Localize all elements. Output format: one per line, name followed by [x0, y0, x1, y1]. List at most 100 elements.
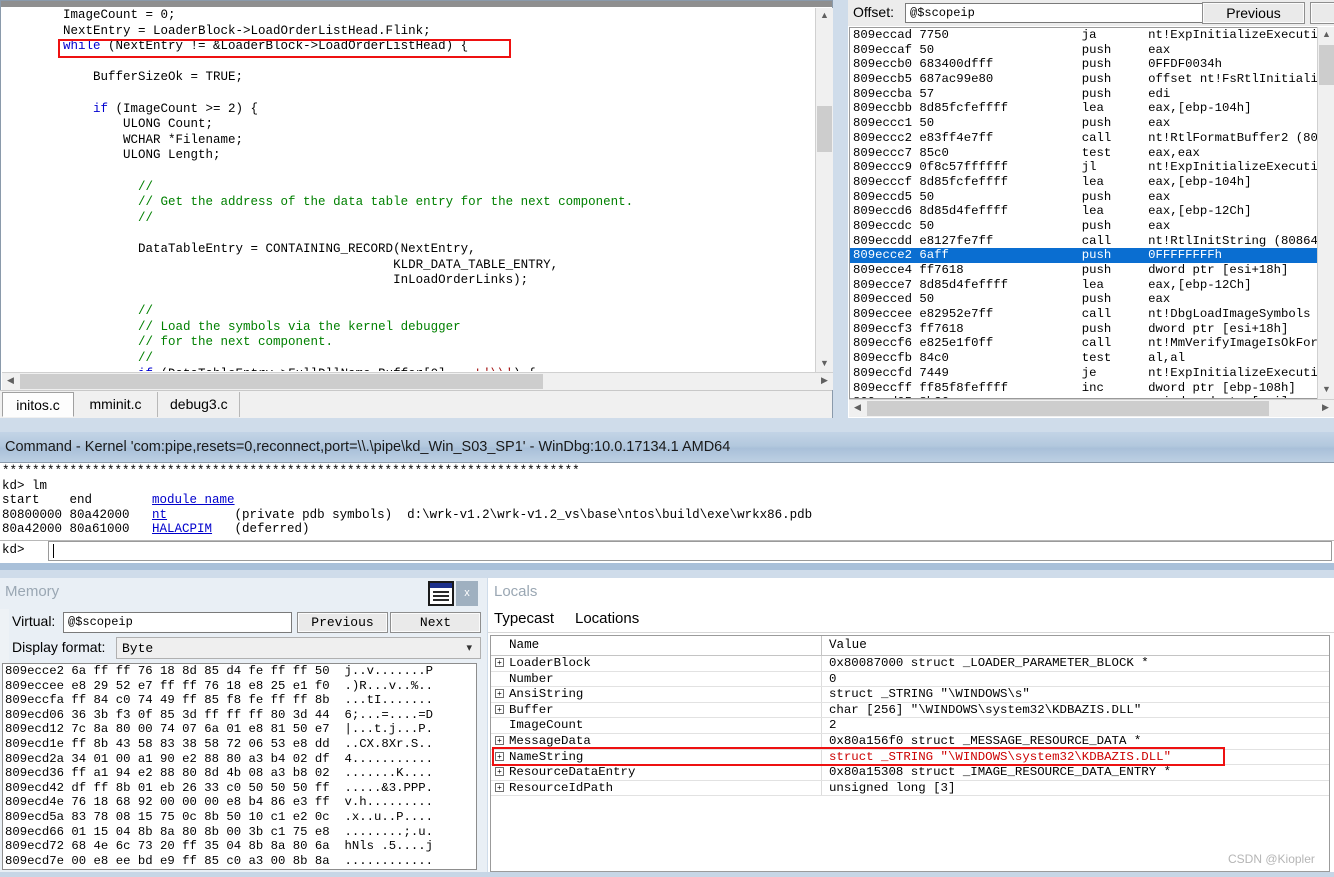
- watermark: CSDN @Kiopler: [1228, 852, 1315, 866]
- source-horizontal-scrollbar[interactable]: ◀ ▶: [2, 372, 833, 390]
- expand-icon[interactable]: +: [495, 704, 504, 714]
- disassembly-row[interactable]: 809eccba 57 push edi: [850, 87, 1318, 102]
- locals-menu-typecast[interactable]: Typecast: [494, 610, 554, 627]
- disassembly-row[interactable]: 809eccdd e8127fe7ff call nt!RtlInitStrin…: [850, 234, 1318, 249]
- memory-row[interactable]: 809ecd36 ff a1 94 e2 88 80 8d 4b 08 a3 b…: [3, 766, 476, 781]
- source-line: KLDR_DATA_TABLE_ENTRY,: [3, 257, 559, 272]
- scrollbar-thumb[interactable]: [1319, 45, 1334, 85]
- disassembly-row[interactable]: 809eccbb 8d85fcfeffff lea eax,[ebp-104h]: [850, 101, 1318, 116]
- memory-row[interactable]: 809ecd72 68 4e 6c 73 20 ff 35 04 8b 8a 8…: [3, 839, 476, 854]
- disassembly-next-button[interactable]: N: [1310, 2, 1334, 24]
- disassembly-row[interactable]: 809ecce4 ff7618 push dword ptr [esi+18h]: [850, 263, 1318, 278]
- disassembly-vertical-scrollbar[interactable]: ▲ ▼: [1317, 27, 1334, 399]
- disassembly-row[interactable]: 809eccff ff85f8feffff inc dword ptr [ebp…: [850, 381, 1318, 396]
- memory-row[interactable]: 809ecd4e 76 18 68 92 00 00 00 e8 b4 86 e…: [3, 795, 476, 810]
- memory-row[interactable]: 809ecce2 6a ff ff 76 18 8d 85 d4 fe ff f…: [3, 664, 476, 679]
- memory-row[interactable]: 809eccee e8 29 52 e7 ff ff 76 18 e8 25 e…: [3, 679, 476, 694]
- locals-menu-locations[interactable]: Locations: [575, 610, 639, 627]
- disassembly-row[interactable]: 809eccc1 50 push eax: [850, 116, 1318, 131]
- source-line: //: [138, 210, 154, 225]
- disassembly-row[interactable]: 809eccb5 687ac99e80 push offset nt!FsRtl…: [850, 72, 1318, 87]
- scroll-left-icon[interactable]: ◀: [2, 373, 19, 390]
- locals-row[interactable]: ImageCount 2: [491, 718, 1329, 734]
- source-tab-initos-c[interactable]: initos.c: [2, 392, 74, 417]
- disassembly-row[interactable]: 809eccc2 e83ff4e7ff call nt!RtlFormatBuf…: [850, 131, 1318, 146]
- source-vertical-scrollbar[interactable]: ▲ ▼: [815, 8, 833, 373]
- command-input[interactable]: [48, 541, 1332, 561]
- source-line: ImageCount = 0;: [3, 8, 176, 22]
- memory-row[interactable]: 809ecd42 df ff 8b 01 eb 26 33 c0 50 50 5…: [3, 781, 476, 796]
- source-tab-debug3-c[interactable]: debug3.c: [158, 392, 240, 417]
- locals-row[interactable]: + AnsiString struct _STRING "\WINDOWS\s": [491, 687, 1329, 703]
- memory-window-icon[interactable]: [428, 581, 454, 606]
- memory-hexdump-grid[interactable]: 809ecce2 6a ff ff 76 18 8d 85 d4 fe ff f…: [2, 663, 477, 870]
- locals-row[interactable]: + LoaderBlock 0x80087000 struct _LOADER_PA…: [491, 656, 1329, 672]
- source-line: ULONG Count;: [3, 117, 214, 132]
- chevron-down-icon: ▾: [466, 642, 472, 654]
- disassembly-row[interactable]: 809eccc7 85c0 test eax,eax: [850, 146, 1318, 161]
- scroll-right-icon[interactable]: ▶: [816, 373, 833, 390]
- close-icon[interactable]: x: [456, 581, 478, 606]
- locals-row-value: char [256] "\WINDOWS\system32\KDBAZIS.DL…: [829, 702, 1142, 717]
- disassembly-row[interactable]: 809eccf3 ff7618 push dword ptr [esi+18h]: [850, 322, 1318, 337]
- expand-icon[interactable]: +: [495, 767, 504, 777]
- memory-row[interactable]: 809ecd06 36 3b f3 0f 85 3d ff ff ff 80 3…: [3, 708, 476, 723]
- memory-row[interactable]: 809ecd2a 34 01 00 a1 90 e2 88 80 a3 b4 0…: [3, 752, 476, 767]
- disassembly-row[interactable]: 809eccfb 84c0 test al,al: [850, 351, 1318, 366]
- disassembly-row[interactable]: 809eccaf 50 push eax: [850, 43, 1318, 58]
- memory-row[interactable]: 809eccfa ff 84 c0 74 49 ff 85 f8 fe ff f…: [3, 693, 476, 708]
- command-prompt-label: kd>: [2, 543, 25, 557]
- scroll-down-icon[interactable]: ▼: [1318, 382, 1334, 399]
- locals-row[interactable]: + ResourceIdPath unsigned long [3]: [491, 780, 1329, 797]
- display-format-label: Display format:: [12, 639, 106, 655]
- disassembly-list[interactable]: 809eccad 7750 ja nt!ExpInitializeExecuti…: [849, 27, 1318, 399]
- disassembly-previous-button[interactable]: Previous: [1202, 2, 1305, 24]
- column-header-name: Name: [509, 638, 540, 652]
- scroll-left-icon[interactable]: ◀: [849, 400, 866, 417]
- source-tab-mminit-c[interactable]: mminit.c: [74, 392, 158, 417]
- memory-row[interactable]: 809ecd1e ff 8b 43 58 83 38 58 72 06 53 e…: [3, 737, 476, 752]
- disassembly-row[interactable]: 809eccee e82952e7ff call nt!DbgLoadImage…: [850, 307, 1318, 322]
- disassembly-row[interactable]: 809eccad 7750 ja nt!ExpInitializeExecuti…: [850, 28, 1318, 43]
- locals-menubar: Typecast Locations: [488, 606, 1334, 633]
- disassembly-row[interactable]: 809eccf6 e825e1f0ff call nt!MmVerifyImag…: [850, 336, 1318, 351]
- virtual-address-input[interactable]: @$scopeip: [63, 612, 292, 633]
- source-line: //: [138, 304, 154, 319]
- locals-row[interactable]: Number 0: [491, 671, 1329, 688]
- memory-row[interactable]: 809ecd66 01 15 04 8b 8a 80 8b 00 3b c1 7…: [3, 825, 476, 840]
- disassembly-row[interactable]: 809ecced 50 push eax: [850, 292, 1318, 307]
- disassembly-row[interactable]: 809eccd5 50 push eax: [850, 190, 1318, 205]
- disassembly-row[interactable]: 809eccc9 0f8c57ffffff jl nt!ExpInitializ…: [850, 160, 1318, 175]
- disassembly-horizontal-scrollbar[interactable]: ◀ ▶: [849, 399, 1334, 417]
- expand-icon[interactable]: +: [495, 658, 504, 667]
- scrollbar-thumb[interactable]: [867, 401, 1269, 416]
- source-line: WCHAR *Filename;: [3, 132, 244, 147]
- display-format-select[interactable]: Byte ▾: [116, 637, 481, 659]
- disassembly-row[interactable]: 809eccdc 50 push eax: [850, 219, 1318, 234]
- expand-icon[interactable]: +: [495, 782, 504, 792]
- expand-icon[interactable]: +: [495, 689, 504, 699]
- scroll-up-icon[interactable]: ▲: [816, 8, 833, 25]
- disassembly-row[interactable]: 809ecce7 8d85d4feffff lea eax,[ebp-12Ch]: [850, 278, 1318, 293]
- scroll-right-icon[interactable]: ▶: [1317, 400, 1334, 417]
- memory-row[interactable]: 809ecd12 7c 8a 80 00 74 07 6a 01 e8 81 5…: [3, 722, 476, 737]
- memory-previous-button[interactable]: Previous: [297, 612, 388, 633]
- scrollbar-thumb[interactable]: [20, 374, 543, 389]
- memory-next-button[interactable]: Next: [390, 612, 481, 633]
- scrollbar-thumb[interactable]: [817, 106, 832, 152]
- disassembly-row[interactable]: 809eccfd 7449 je nt!ExpInitializeExecuti…: [850, 366, 1318, 381]
- locals-row[interactable]: + ResourceDataEntry 0x80a15308 struct _IMA…: [491, 765, 1329, 781]
- command-output[interactable]: ****************************************…: [0, 464, 1334, 538]
- disassembly-row[interactable]: 809eccb0 683400dfff push 0FFDF0034h: [850, 57, 1318, 72]
- disassembly-row[interactable]: 809eccd6 8d85d4feffff lea eax,[ebp-12Ch]: [850, 204, 1318, 219]
- disassembly-row[interactable]: 809ecce2 6aff push 0FFFFFFFFh: [850, 248, 1318, 263]
- memory-row[interactable]: 809ecd7e 00 e8 ee bd e9 ff 85 c0 a3 00 8…: [3, 854, 476, 869]
- scroll-up-icon[interactable]: ▲: [1318, 27, 1334, 44]
- scroll-down-icon[interactable]: ▼: [816, 356, 833, 373]
- disassembly-row[interactable]: 809ecccf 8d85fcfeffff lea eax,[ebp-104h]: [850, 175, 1318, 190]
- locals-row[interactable]: + Buffer char [256] "\WINDOWS\system32\KDB…: [491, 702, 1329, 719]
- expand-icon[interactable]: +: [495, 735, 504, 745]
- memory-row[interactable]: 809ecd8a 80 0f 84 95 fe ff ff 8b 0d 04 8…: [3, 868, 476, 869]
- memory-row[interactable]: 809ecd5a 83 78 08 15 75 0c 8b 50 10 c1 e…: [3, 810, 476, 825]
- source-code-text[interactable]: ImageCount = 0; NextEntry = LoaderBlock-…: [3, 8, 813, 371]
